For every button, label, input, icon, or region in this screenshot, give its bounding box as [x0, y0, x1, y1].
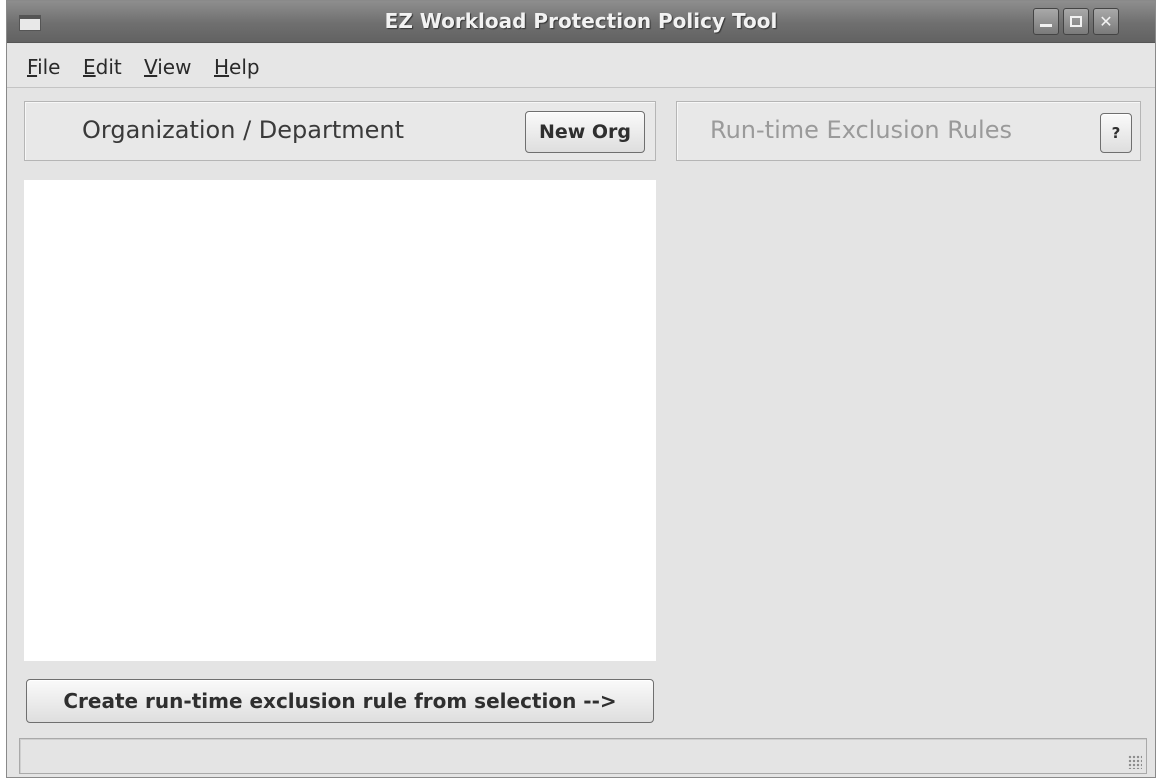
menu-help[interactable]: Help [214, 55, 260, 79]
new-org-button[interactable]: New Org [525, 111, 645, 153]
resize-grip-icon[interactable] [1128, 755, 1142, 769]
menu-edit-mnemonic: E [83, 55, 96, 79]
menu-file-mnemonic: F [27, 55, 38, 79]
exclusion-rules-header: Run-time Exclusion Rules ? [676, 101, 1141, 161]
org-department-title: Organization / Department [82, 116, 405, 144]
window-title: EZ Workload Protection Policy Tool [384, 9, 778, 33]
minimize-button[interactable] [1033, 8, 1059, 35]
maximize-icon [1070, 16, 1082, 27]
menu-file[interactable]: File [27, 55, 60, 79]
minimize-icon [1040, 24, 1052, 27]
menu-view-label: iew [157, 55, 192, 79]
app-window: EZ Workload Protection Policy Tool ✕ Fil… [6, 0, 1156, 778]
menu-file-label: ile [37, 55, 61, 79]
menu-view-mnemonic: V [144, 55, 158, 79]
menu-help-mnemonic: H [214, 55, 230, 79]
exclusion-rules-title: Run-time Exclusion Rules [710, 116, 1012, 144]
maximize-button[interactable] [1063, 8, 1089, 35]
org-department-list[interactable] [24, 180, 656, 661]
close-icon: ✕ [1099, 12, 1113, 31]
menu-help-label: elp [229, 55, 260, 79]
help-button[interactable]: ? [1100, 113, 1132, 153]
menu-bar: File Edit View Help [7, 44, 1155, 88]
create-exclusion-rule-button[interactable]: Create run-time exclusion rule from sele… [26, 679, 654, 723]
close-button[interactable]: ✕ [1093, 8, 1119, 35]
menu-view[interactable]: View [144, 55, 191, 79]
menu-edit[interactable]: Edit [83, 55, 122, 79]
org-department-header: Organization / Department New Org [24, 101, 656, 161]
status-bar [19, 738, 1147, 774]
title-bar[interactable]: EZ Workload Protection Policy Tool ✕ [7, 1, 1155, 43]
menu-edit-label: dit [95, 55, 122, 79]
